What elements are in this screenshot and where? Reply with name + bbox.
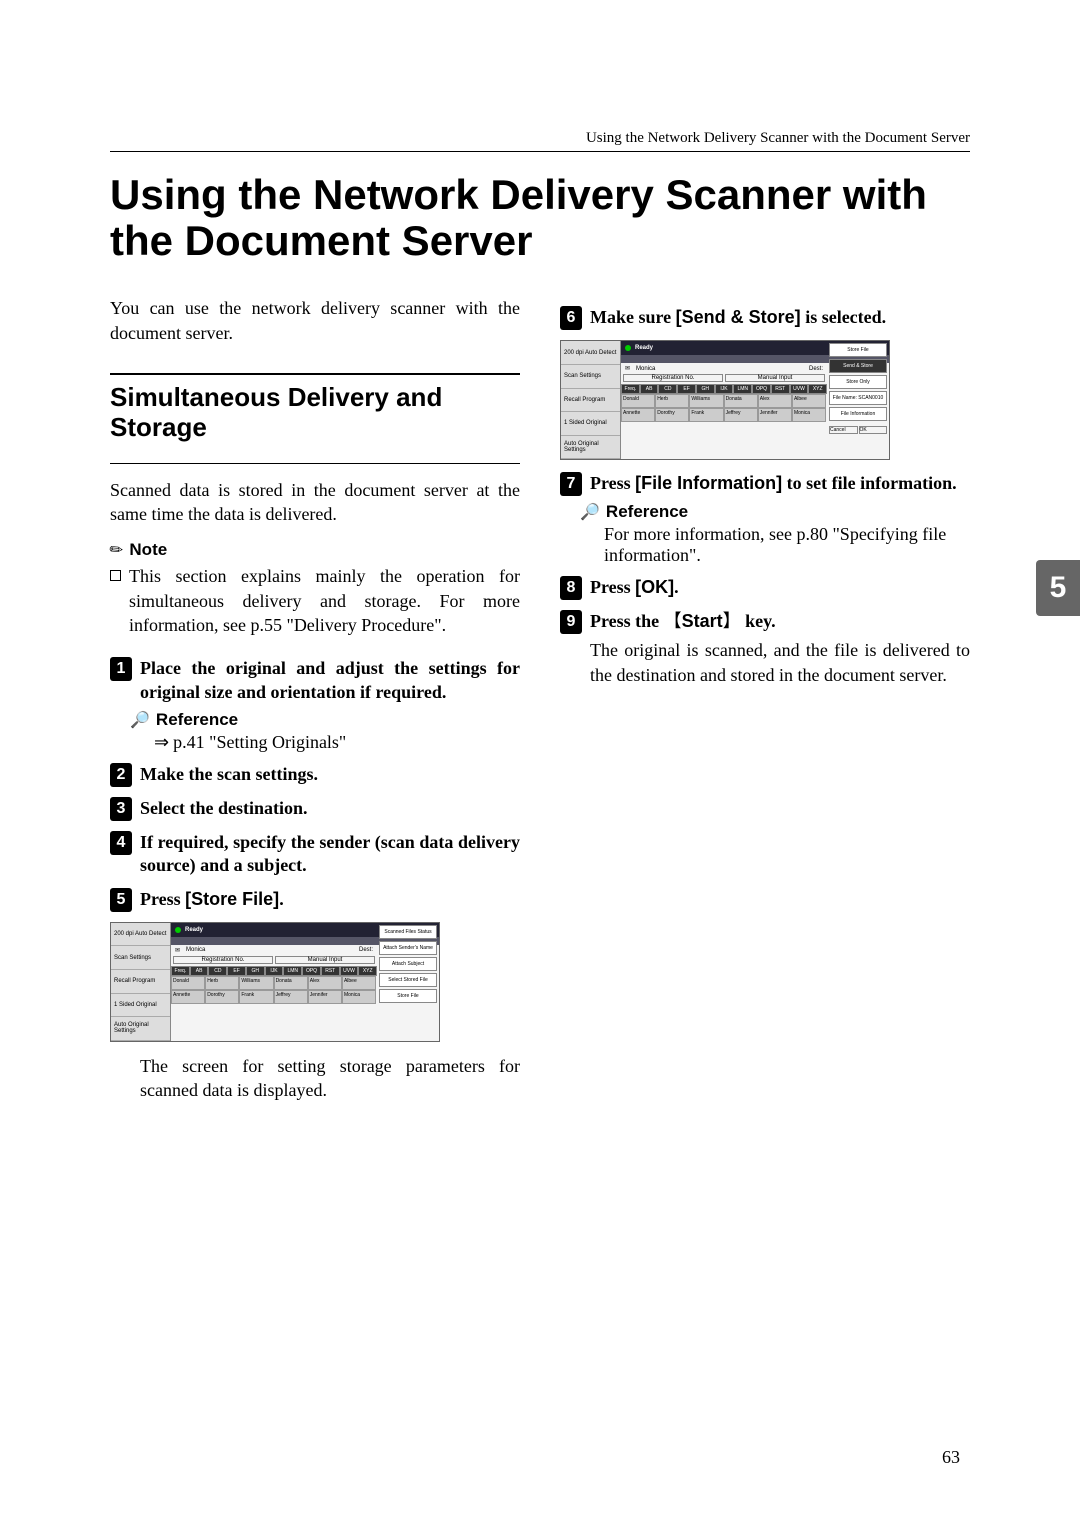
page-title: Using the Network Delivery Scanner with … <box>110 172 970 264</box>
step-8-text: Press [OK]. <box>590 576 679 599</box>
note-text: This section explains mainly the operati… <box>129 564 520 637</box>
step-1-text: Place the original and adjust the settin… <box>140 657 520 704</box>
reference-icon: 🔎 <box>130 710 150 730</box>
step-6-text: Make sure [Send & Store] is selected. <box>590 306 886 329</box>
reference-icon: 🔎 <box>580 502 600 522</box>
reference-1-text: ⇒p.41 "Setting Originals" <box>154 732 520 753</box>
bullet-icon <box>110 570 121 581</box>
after-step-9: The original is scanned, and the file is… <box>590 638 970 687</box>
step-5-number: 5 <box>110 888 132 912</box>
step-1-number: 1 <box>110 657 132 681</box>
step-2-text: Make the scan settings. <box>140 763 318 786</box>
step-6-number: 6 <box>560 306 582 330</box>
section-heading: Simultaneous Delivery and Storage <box>110 383 520 443</box>
intro-text: You can use the network delivery scanner… <box>110 296 520 345</box>
step-4-number: 4 <box>110 831 132 855</box>
note-icon: ✎ <box>105 538 128 562</box>
note-label: Note <box>129 540 167 560</box>
chapter-tab: 5 <box>1036 560 1080 616</box>
step-5-text: Press [Store File]. <box>140 888 284 911</box>
reference-label: Reference <box>156 710 238 730</box>
after-step-5: The screen for setting storage parameter… <box>140 1054 520 1103</box>
section-body: Scanned data is stored in the document s… <box>110 478 520 527</box>
reference-label: Reference <box>606 502 688 522</box>
step-9-text: Press the Start key. <box>590 610 776 633</box>
step-2-number: 2 <box>110 763 132 787</box>
page-number: 63 <box>942 1447 960 1468</box>
screenshot-send-store: 200 dpi Auto Detect Scan Settings Recall… <box>560 340 970 460</box>
screenshot-store-file: 200 dpi Auto Detect Scan Settings Recall… <box>110 922 520 1042</box>
step-3-text: Select the destination. <box>140 797 307 820</box>
step-3-number: 3 <box>110 797 132 821</box>
step-9-number: 9 <box>560 610 582 634</box>
reference-7-text: For more information, see p.80 "Specifyi… <box>604 524 970 566</box>
running-header: Using the Network Delivery Scanner with … <box>110 130 970 152</box>
step-7-number: 7 <box>560 472 582 496</box>
step-7-text: Press [File Information] to set file inf… <box>590 472 957 495</box>
step-8-number: 8 <box>560 576 582 600</box>
step-4-text: If required, specify the sender (scan da… <box>140 831 520 878</box>
